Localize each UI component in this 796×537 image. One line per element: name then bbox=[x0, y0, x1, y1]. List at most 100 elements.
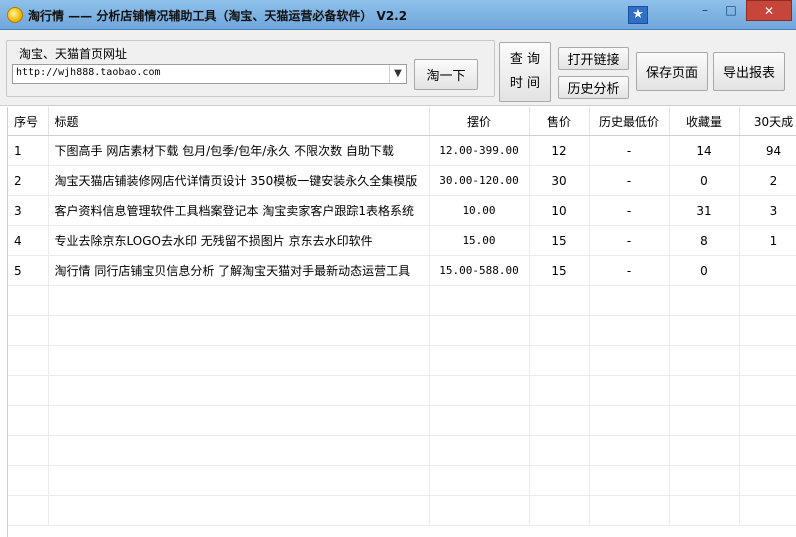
cell-30day: 1 bbox=[739, 225, 796, 256]
cell-list-price bbox=[429, 465, 530, 496]
table-row[interactable] bbox=[8, 315, 796, 346]
cell-30day bbox=[739, 255, 796, 286]
cell-no bbox=[8, 375, 49, 406]
table-row[interactable] bbox=[8, 285, 796, 316]
cell-sale-price bbox=[529, 465, 590, 496]
cell-title bbox=[48, 495, 430, 526]
cell-sale-price: 12 bbox=[529, 135, 590, 166]
cell-30day bbox=[739, 315, 796, 346]
cell-sale-price bbox=[529, 405, 590, 436]
cell-list-price: 15.00-588.00 bbox=[429, 255, 530, 286]
cell-favorites bbox=[669, 285, 740, 316]
cell-30day bbox=[739, 405, 796, 436]
save-page-button[interactable]: 保存页面 bbox=[636, 52, 708, 91]
cell-favorites bbox=[669, 315, 740, 346]
cell-30day: 3 bbox=[739, 195, 796, 226]
cell-title bbox=[48, 285, 430, 316]
cell-lowest-price: - bbox=[589, 255, 670, 286]
cell-list-price: 10.00 bbox=[429, 195, 530, 226]
cell-30day: 2 bbox=[739, 165, 796, 196]
cell-lowest-price: - bbox=[589, 135, 670, 166]
table-row[interactable]: 3 客户资料信息管理软件工具档案登记本 淘宝卖家客户跟踪1表格系统 10.00 10-… bbox=[8, 195, 796, 226]
cell-sale-price bbox=[529, 345, 590, 376]
table-row[interactable] bbox=[8, 375, 796, 406]
table-row[interactable]: 1 下图高手 网店素材下载 包月/包季/包年/永久 不限次数 自助下载 12.00-… bbox=[8, 135, 796, 166]
cell-sale-price bbox=[529, 375, 590, 406]
cell-list-price: 12.00-399.00 bbox=[429, 135, 530, 166]
cell-favorites bbox=[669, 375, 740, 406]
cell-30day bbox=[739, 285, 796, 316]
table-row[interactable] bbox=[8, 465, 796, 496]
cell-lowest-price bbox=[589, 345, 670, 376]
column-header-30day[interactable]: 30天成 bbox=[739, 107, 796, 136]
cell-favorites bbox=[669, 435, 740, 466]
cell-30day: 94 bbox=[739, 135, 796, 166]
chevron-down-icon[interactable]: ▼ bbox=[389, 65, 406, 83]
cell-title: 下图高手 网店素材下载 包月/包季/包年/永久 不限次数 自助下载 bbox=[48, 135, 430, 166]
table-row[interactable] bbox=[8, 345, 796, 376]
cell-favorites: 31 bbox=[669, 195, 740, 226]
column-header-lowest-price[interactable]: 历史最低价 bbox=[589, 107, 670, 136]
cell-favorites bbox=[669, 495, 740, 526]
cell-no bbox=[8, 495, 49, 526]
cell-no bbox=[8, 435, 49, 466]
cell-list-price: 30.00-120.00 bbox=[429, 165, 530, 196]
table-row[interactable] bbox=[8, 495, 796, 526]
cell-favorites: 14 bbox=[669, 135, 740, 166]
cell-title: 专业去除京东LOGO去水印 无残留不损图片 京东去水印软件 bbox=[48, 225, 430, 256]
column-header-sale-price[interactable]: 售价 bbox=[529, 107, 590, 136]
cell-sale-price bbox=[529, 495, 590, 526]
cell-sale-price: 15 bbox=[529, 255, 590, 286]
cell-no bbox=[8, 345, 49, 376]
star-icon[interactable]: ★ bbox=[628, 6, 648, 24]
cell-favorites: 0 bbox=[669, 165, 740, 196]
cell-favorites bbox=[669, 405, 740, 436]
close-button[interactable]: ✕ bbox=[746, 0, 792, 21]
table-row[interactable]: 5 淘行情 同行店铺宝贝信息分析 了解淘宝天猫对手最新动态运营工具 15.00-58… bbox=[8, 255, 796, 286]
minimize-button[interactable]: – bbox=[692, 0, 718, 21]
title-bar: 淘行情 —— 分析店铺情况辅助工具（淘宝、天猫运营必备软件） V2.2 ★ – … bbox=[0, 0, 796, 30]
table-row[interactable] bbox=[8, 435, 796, 466]
cell-title bbox=[48, 465, 430, 496]
history-analysis-button[interactable]: 历史分析 bbox=[558, 76, 629, 99]
search-go-button[interactable]: 淘一下 bbox=[414, 59, 478, 90]
table-row[interactable]: 2 淘宝天猫店铺装修网店代详情页设计 350模板一键安装永久全集模版 30.00-1… bbox=[8, 165, 796, 196]
cell-list-price bbox=[429, 435, 530, 466]
open-link-button[interactable]: 打开链接 bbox=[558, 47, 629, 70]
column-header-title[interactable]: 标题 bbox=[48, 107, 430, 136]
cell-sale-price bbox=[529, 285, 590, 316]
cell-30day bbox=[739, 435, 796, 466]
url-group-label: 淘宝、天猫首页网址 bbox=[17, 45, 130, 62]
cell-list-price: 15.00 bbox=[429, 225, 530, 256]
cell-sale-price: 30 bbox=[529, 165, 590, 196]
cell-title: 淘宝天猫店铺装修网店代详情页设计 350模板一键安装永久全集模版 bbox=[48, 165, 430, 196]
query-time-label-2: 时 间 bbox=[509, 76, 541, 91]
cell-sale-price bbox=[529, 435, 590, 466]
column-header-no[interactable]: 序号 bbox=[8, 107, 49, 136]
export-report-button[interactable]: 导出报表 bbox=[713, 52, 785, 91]
cell-title bbox=[48, 375, 430, 406]
cell-list-price bbox=[429, 285, 530, 316]
cell-30day bbox=[739, 465, 796, 496]
cell-lowest-price: - bbox=[589, 165, 670, 196]
url-combobox[interactable]: http://wjh888.taobao.com ▼ bbox=[12, 64, 407, 84]
column-header-favorites[interactable]: 收藏量 bbox=[669, 107, 740, 136]
maximize-button[interactable]: □ bbox=[718, 0, 744, 21]
cell-30day bbox=[739, 375, 796, 406]
url-value: http://wjh888.taobao.com bbox=[16, 67, 161, 78]
cell-favorites bbox=[669, 465, 740, 496]
cell-list-price bbox=[429, 495, 530, 526]
table-header-row: 序号 标题 摆价 售价 历史最低价 收藏量 30天成 bbox=[8, 107, 796, 136]
cell-no: 2 bbox=[8, 165, 49, 196]
results-table-container[interactable]: 序号 标题 摆价 售价 历史最低价 收藏量 30天成 1 下图高手 网店素材下载 … bbox=[7, 107, 796, 537]
table-row[interactable]: 4 专业去除京东LOGO去水印 无残留不损图片 京东去水印软件 15.00 15-8 1 bbox=[8, 225, 796, 256]
column-header-list-price[interactable]: 摆价 bbox=[429, 107, 530, 136]
table-row[interactable] bbox=[8, 405, 796, 436]
cell-title bbox=[48, 345, 430, 376]
query-time-button[interactable]: 查 询 时 间 bbox=[499, 42, 551, 102]
cell-favorites: 8 bbox=[669, 225, 740, 256]
cell-title bbox=[48, 315, 430, 346]
cell-title bbox=[48, 435, 430, 466]
cell-list-price bbox=[429, 315, 530, 346]
cell-lowest-price: - bbox=[589, 225, 670, 256]
